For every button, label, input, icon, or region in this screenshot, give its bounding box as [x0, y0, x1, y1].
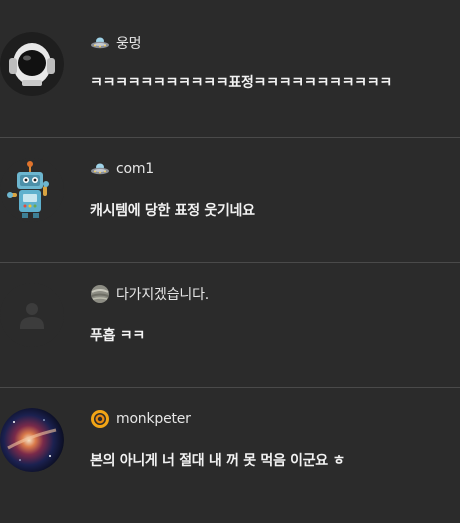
comment-text: ㅋㅋㅋㅋㅋㅋㅋㅋㅋㅋㅋ표정ㅋㅋㅋㅋㅋㅋㅋㅋㅋㅋㅋ [90, 75, 392, 91]
comment-item: com1 캐시템에 당한 표정 웃기네요 [0, 137, 460, 263]
comment-item: monkpeter 본의 아니게 너 절대 내 꺼 못 먹음 이군요 ㅎ [0, 387, 460, 513]
comment-text: 푸흡 ㅋㅋ [90, 328, 145, 344]
comment-text: 본의 아니게 너 절대 내 꺼 못 먹음 이군요 ㅎ [90, 453, 346, 469]
comment-item: 웅멍 ㅋㅋㅋㅋㅋㅋㅋㅋㅋㅋㅋ표정ㅋㅋㅋㅋㅋㅋㅋㅋㅋㅋㅋ [0, 0, 460, 125]
nickname[interactable]: 웅멍 [116, 33, 142, 53]
avatar[interactable] [0, 408, 64, 472]
nickname[interactable]: 다가지겠습니다. [116, 284, 209, 304]
avatar[interactable] [0, 32, 64, 96]
comment-meta: com1 [90, 158, 154, 180]
comment-list: 웅멍 ㅋㅋㅋㅋㅋㅋㅋㅋㅋㅋㅋ표정ㅋㅋㅋㅋㅋㅋㅋㅋㅋㅋㅋ com1 캐시템에 당한… [0, 0, 460, 523]
default-user-icon [0, 283, 64, 347]
ufo-icon [90, 159, 110, 179]
spiral-icon [90, 409, 110, 429]
planet-icon [90, 284, 110, 304]
robot-icon [0, 158, 64, 222]
avatar[interactable] [0, 158, 64, 222]
comment-meta: monkpeter [90, 408, 191, 430]
comment-item: 다가지겠습니다. 푸흡 ㅋㅋ [0, 262, 460, 388]
ufo-icon [90, 33, 110, 53]
comment-meta: 다가지겠습니다. [90, 283, 209, 305]
avatar[interactable] [0, 283, 64, 347]
astronaut-helmet-icon [0, 32, 64, 96]
nickname[interactable]: com1 [116, 161, 154, 177]
comment-meta: 웅멍 [90, 32, 142, 54]
nickname[interactable]: monkpeter [116, 411, 191, 427]
galaxy-icon [0, 408, 64, 472]
comment-text: 캐시템에 당한 표정 웃기네요 [90, 203, 255, 219]
